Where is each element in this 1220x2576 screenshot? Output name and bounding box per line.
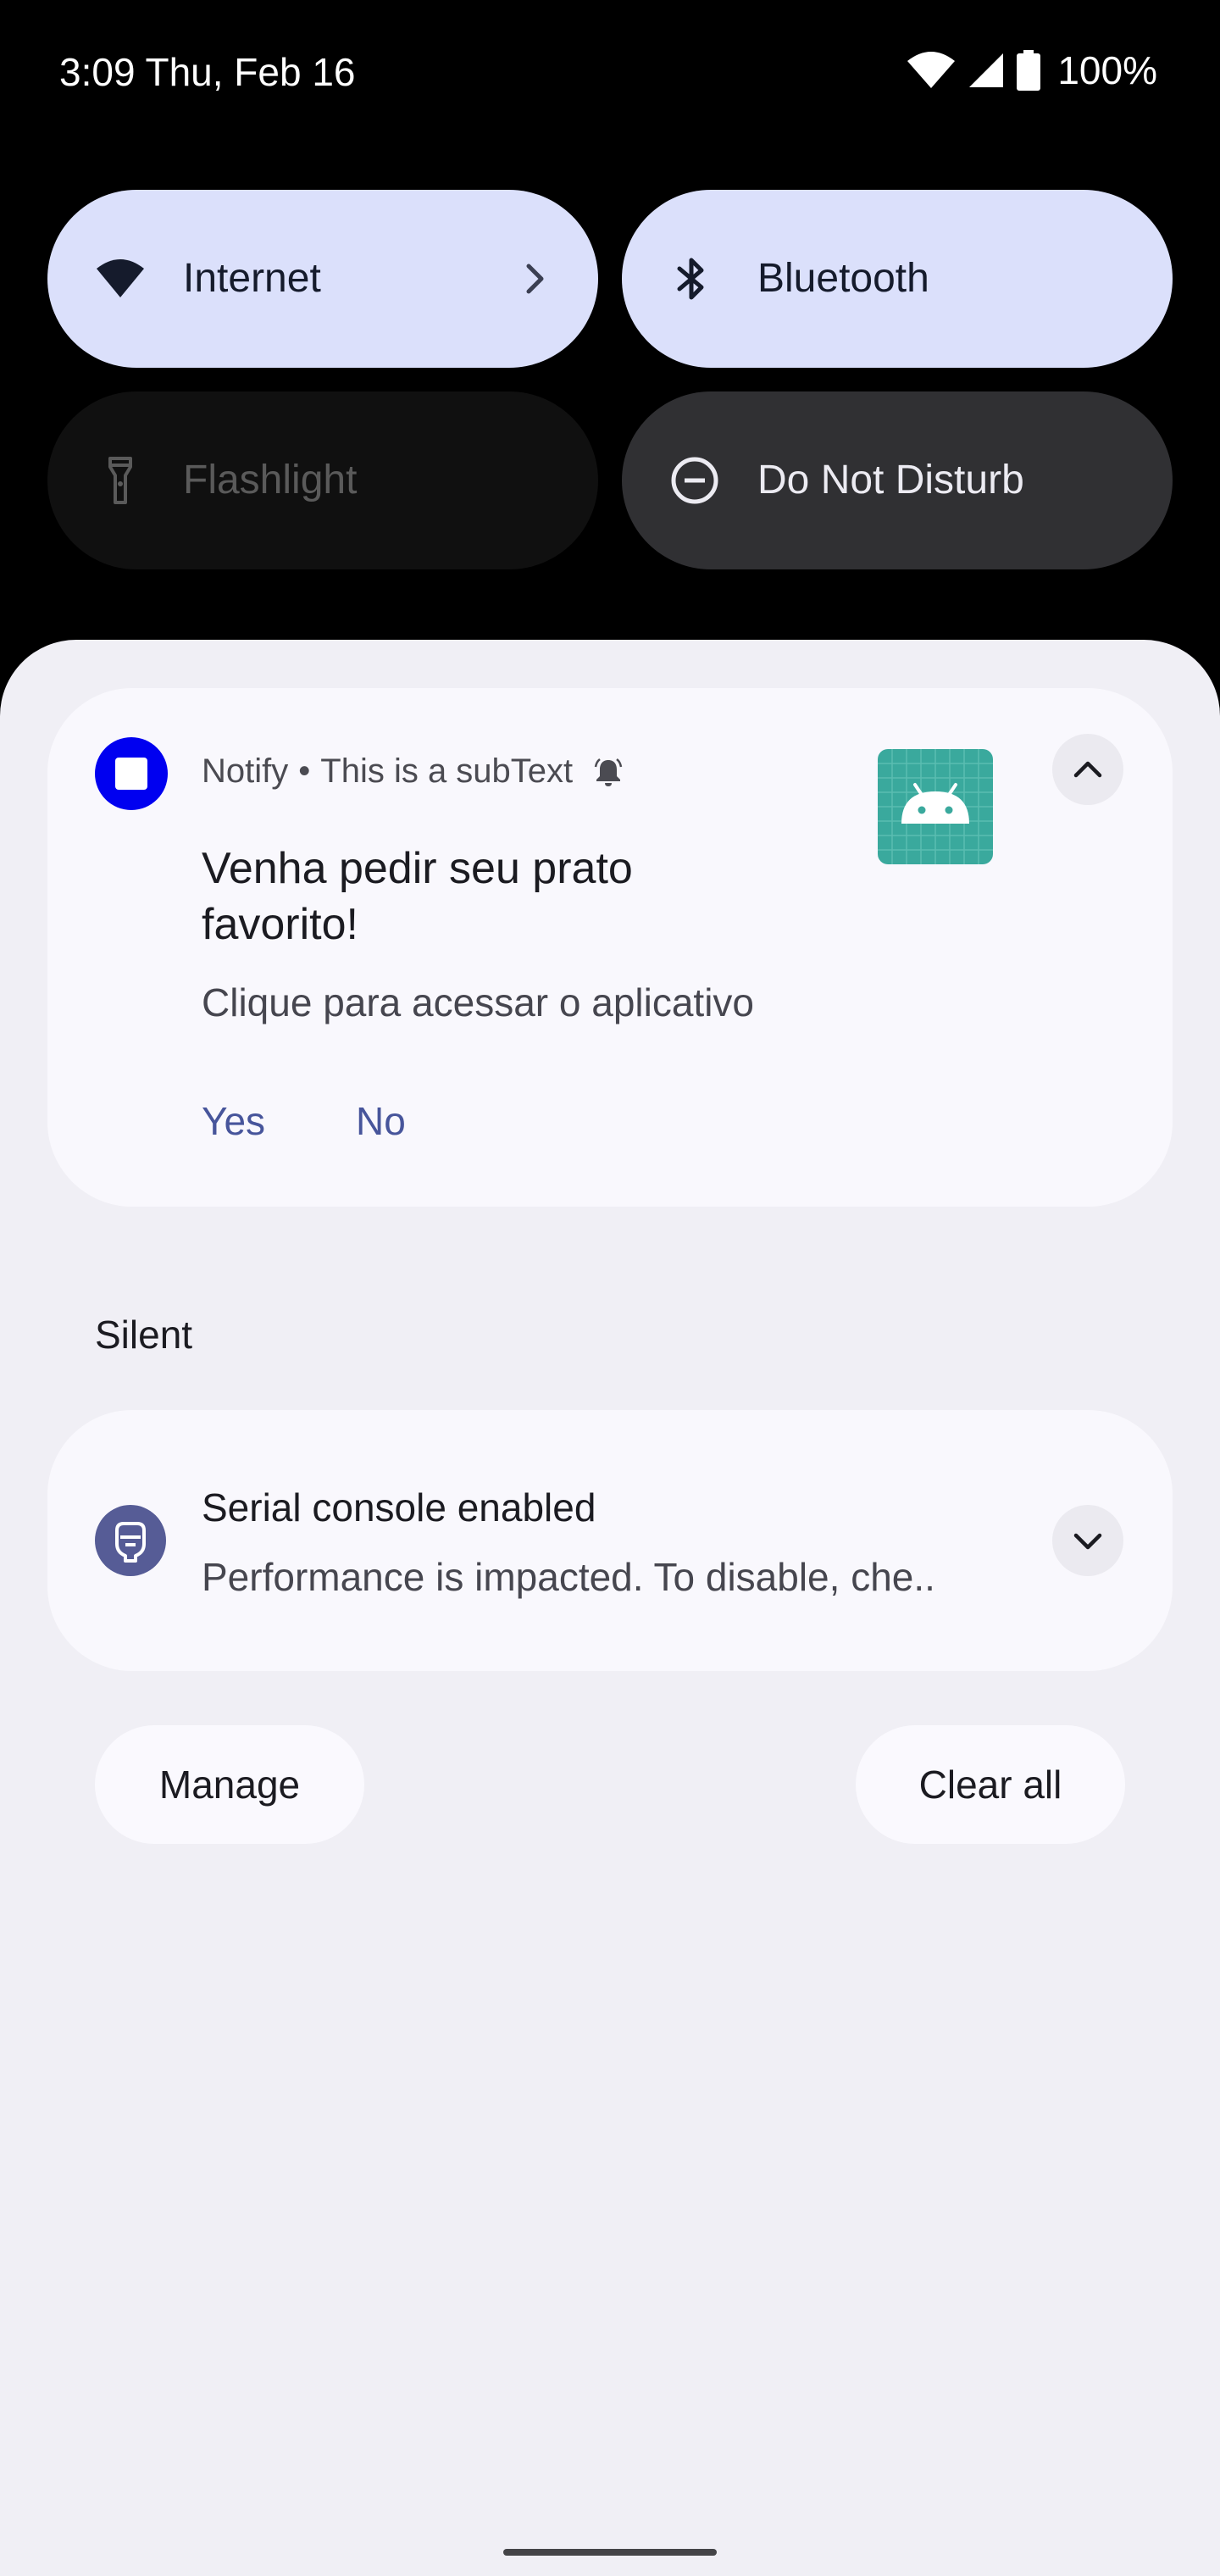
notification-text: Clique para acessar o aplicativo bbox=[202, 980, 755, 1024]
header-separator: • bbox=[298, 752, 311, 790]
status-icons: 100% bbox=[907, 47, 1157, 93]
chevron-down-icon bbox=[1073, 1533, 1102, 1550]
flashlight-icon bbox=[108, 457, 132, 504]
manage-button[interactable]: Manage bbox=[95, 1725, 364, 1844]
sub-text: This is a subText bbox=[320, 752, 574, 790]
battery-icon bbox=[1017, 50, 1041, 91]
alerting-bell-icon bbox=[594, 758, 623, 786]
do-not-disturb-icon bbox=[671, 457, 718, 504]
status-time: 3:09 Thu, Feb 16 bbox=[59, 50, 356, 94]
tile-bluetooth[interactable]: Bluetooth bbox=[622, 190, 1173, 368]
tile-bluetooth-label: Bluetooth bbox=[757, 256, 929, 301]
tile-internet[interactable]: Internet bbox=[47, 190, 598, 368]
tile-internet-label: Internet bbox=[183, 256, 321, 301]
app-name: Notify bbox=[202, 752, 289, 790]
tile-do-not-disturb[interactable]: Do Not Disturb bbox=[622, 391, 1173, 569]
action-no-button[interactable]: No bbox=[356, 1098, 406, 1144]
notification-title: Venha pedir seu prato favorito! bbox=[202, 844, 633, 949]
android-icon bbox=[878, 749, 993, 864]
tile-flashlight-label: Flashlight bbox=[183, 458, 358, 502]
wifi-icon bbox=[907, 52, 956, 88]
clear-all-button-label: Clear all bbox=[918, 1763, 1062, 1807]
square-icon bbox=[115, 758, 147, 790]
tile-flashlight[interactable]: Flashlight bbox=[47, 391, 598, 569]
notification-header: Notify • This is a subText bbox=[202, 752, 625, 791]
clear-all-button[interactable]: Clear all bbox=[856, 1725, 1125, 1844]
serial-console-icon bbox=[95, 1505, 166, 1576]
serial-notification-title: Serial console enabled bbox=[202, 1485, 596, 1530]
battery-percentage: 100% bbox=[1057, 48, 1157, 92]
notification-card-serial-console[interactable] bbox=[47, 1410, 1173, 1671]
app-icon bbox=[95, 737, 168, 810]
manage-button-label: Manage bbox=[158, 1763, 301, 1807]
navigation-handle[interactable] bbox=[503, 2549, 717, 2556]
bluetooth-icon bbox=[677, 258, 704, 300]
chevron-up-icon bbox=[1073, 761, 1102, 778]
wifi-icon bbox=[97, 259, 144, 297]
tile-do-not-disturb-label: Do Not Disturb bbox=[757, 458, 1024, 502]
action-yes-button[interactable]: Yes bbox=[202, 1098, 265, 1144]
serial-notification-text: Performance is impacted. To disable, che… bbox=[202, 1555, 935, 1599]
chevron-right-icon bbox=[526, 264, 544, 294]
cellular-signal-icon bbox=[969, 53, 1004, 87]
expand-button[interactable] bbox=[1052, 1505, 1123, 1576]
section-header-silent: Silent bbox=[95, 1313, 193, 1357]
status-bar: 3:09 Thu, Feb 16 100% bbox=[0, 0, 1220, 144]
collapse-button[interactable] bbox=[1052, 734, 1123, 805]
